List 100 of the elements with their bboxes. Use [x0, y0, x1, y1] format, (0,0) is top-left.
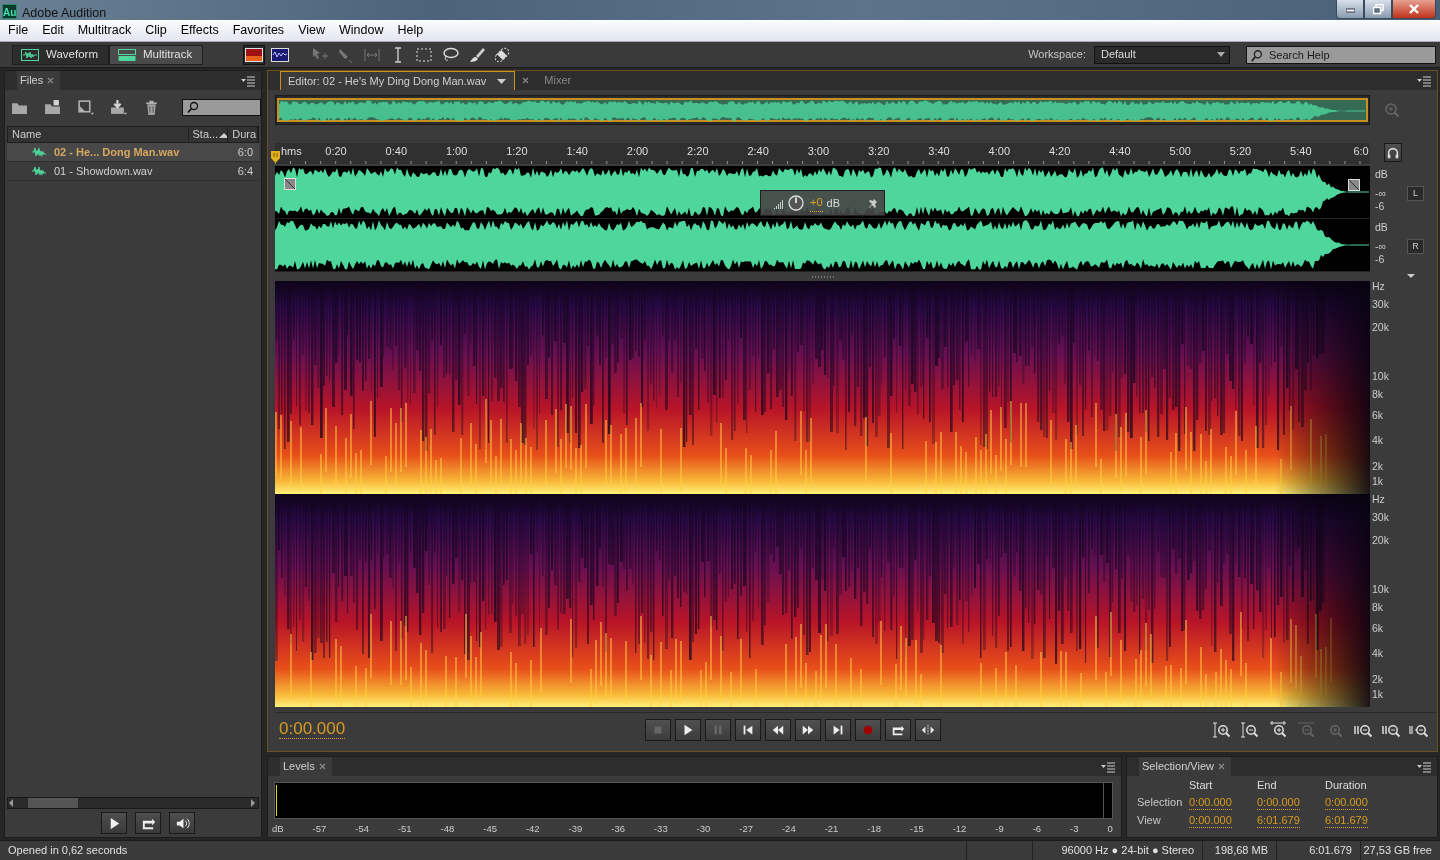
scale-label: -21	[824, 822, 839, 836]
skip-to-end-button[interactable]	[825, 718, 851, 741]
column-header[interactable]: Dura	[228, 127, 258, 142]
menu-item[interactable]: Favorites	[226, 21, 293, 40]
loop-button[interactable]	[885, 718, 911, 741]
panel-menu-icon[interactable]	[1417, 73, 1431, 88]
scale-label: -48	[440, 822, 455, 836]
menu-item[interactable]: Clip	[139, 21, 175, 40]
trash-icon[interactable]	[143, 98, 160, 116]
time-value[interactable]: 0:00.000	[1257, 796, 1300, 810]
spectral-view-button[interactable]	[243, 44, 266, 65]
collapse-icon[interactable]	[1407, 274, 1415, 278]
panel-menu-icon[interactable]	[1101, 759, 1115, 774]
headphones-icon	[1386, 145, 1400, 160]
restore-button[interactable]	[1364, 0, 1392, 19]
file-row[interactable]: 02 - He... Dong Man.wav 6:0	[7, 143, 259, 162]
folder-icon[interactable]	[44, 98, 61, 116]
gain-value[interactable]: +0	[810, 194, 823, 212]
panel-menu-icon[interactable]	[1417, 759, 1431, 774]
editor-tab[interactable]: Editor: 02 - He's My Ding Dong Man.wav	[280, 71, 516, 90]
loop-button[interactable]	[135, 812, 161, 834]
close-button[interactable]	[1392, 0, 1436, 19]
skip-to-start-button[interactable]	[735, 718, 761, 741]
ruler-label: hms	[281, 145, 302, 158]
scrollbar[interactable]	[7, 797, 259, 809]
time-value[interactable]: 0:00.000	[1325, 796, 1368, 810]
menu-item[interactable]: View	[292, 21, 333, 40]
channel-button[interactable]: L	[1407, 186, 1424, 201]
playhead-marker[interactable]	[271, 151, 280, 163]
import-icon[interactable]	[77, 98, 94, 116]
zoom-in-time-icon[interactable]	[1269, 720, 1289, 739]
multitrack-view-button[interactable]: Multitrack	[109, 44, 204, 65]
waveform-view-button[interactable]: Waveform	[12, 44, 109, 65]
panel-tab[interactable]: Selection/View	[1139, 757, 1231, 776]
panel-tab[interactable]: Levels	[280, 757, 332, 776]
time-value[interactable]: 6:01.679	[1257, 814, 1300, 828]
frequency-label: 30k	[1372, 297, 1389, 313]
close-icon[interactable]	[46, 76, 56, 85]
close-icon	[1409, 4, 1419, 14]
scale-label: -45	[483, 822, 497, 836]
row-label: View	[1137, 814, 1162, 828]
search-field[interactable]: Search Help	[1246, 45, 1436, 64]
zoom-out-amplitude-icon[interactable]	[1241, 720, 1261, 739]
spectrum-icon	[245, 47, 264, 62]
time-value[interactable]: 0:00.000	[1189, 796, 1232, 810]
volume-button[interactable]	[169, 812, 195, 834]
fade-handle[interactable]	[284, 178, 296, 190]
frequency-label: 6k	[1372, 621, 1384, 637]
headphones-button[interactable]	[1384, 143, 1402, 162]
insert-icon[interactable]	[110, 98, 127, 116]
pin-icon[interactable]	[868, 197, 878, 209]
waveform-icon	[32, 146, 47, 158]
panel-tab[interactable]: Files	[17, 71, 61, 90]
workspace-dropdown[interactable]: Default	[1094, 45, 1230, 64]
menu-item[interactable]: Multitrack	[71, 21, 140, 40]
menu-item[interactable]: Effects	[174, 21, 227, 40]
panel-menu-icon[interactable]	[241, 73, 255, 88]
ruler-label: 3:40	[928, 145, 950, 158]
minimize-button[interactable]	[1336, 0, 1364, 19]
scale-label: -27	[739, 822, 753, 836]
scale-label: dB	[272, 822, 284, 836]
rewind-button[interactable]	[765, 718, 791, 741]
scale-label: -18	[867, 822, 882, 836]
close-icon[interactable]	[521, 76, 531, 85]
ruler-label: 0:20	[325, 145, 347, 158]
ruler-label: 3:00	[807, 145, 830, 158]
frequency-label: 10k	[1372, 581, 1389, 597]
column-header[interactable]: Sta...	[188, 127, 229, 142]
ruler-label: 0:40	[385, 145, 407, 158]
menu-item[interactable]: Window	[333, 21, 392, 40]
scroll-thumb[interactable]	[28, 798, 78, 808]
scale-label: -∞	[1375, 188, 1386, 199]
channel-button[interactable]: R	[1407, 239, 1424, 254]
scale-label: -36	[611, 822, 625, 836]
menu-item[interactable]: File	[2, 21, 37, 40]
ruler-label: 5:00	[1169, 145, 1191, 158]
ruler-label: 5:20	[1229, 145, 1252, 158]
gain-knob[interactable]	[788, 195, 804, 211]
play-button[interactable]	[675, 718, 701, 741]
frequency-label: Hz	[1372, 279, 1385, 295]
time-value[interactable]: 6:01.679	[1325, 814, 1368, 828]
time-value[interactable]: 0:00.000	[1189, 814, 1232, 828]
scroll-left-icon[interactable]	[8, 799, 14, 807]
fade-handle[interactable]	[1348, 179, 1360, 191]
menu-item[interactable]: Help	[391, 21, 432, 40]
file-row[interactable]: 01 - Showdown.wav 6:4	[7, 162, 259, 181]
close-icon[interactable]	[317, 762, 327, 771]
scroll-right-icon[interactable]	[250, 799, 256, 807]
dropdown-icon[interactable]	[497, 78, 507, 84]
file-duration: 6:0	[236, 144, 254, 160]
scale-label: -12	[952, 822, 967, 836]
close-icon[interactable]	[1216, 762, 1226, 771]
zoom-in-amplitude-icon[interactable]	[1213, 720, 1233, 739]
play-button[interactable]	[101, 812, 127, 834]
fast-forward-button[interactable]	[795, 718, 821, 741]
menu-item[interactable]: Edit	[36, 21, 72, 40]
time-display[interactable]: 0:00.000	[279, 719, 346, 740]
search-field[interactable]	[182, 98, 261, 116]
skip-selection-button[interactable]	[915, 718, 941, 741]
column-header[interactable]: Name	[8, 127, 189, 142]
